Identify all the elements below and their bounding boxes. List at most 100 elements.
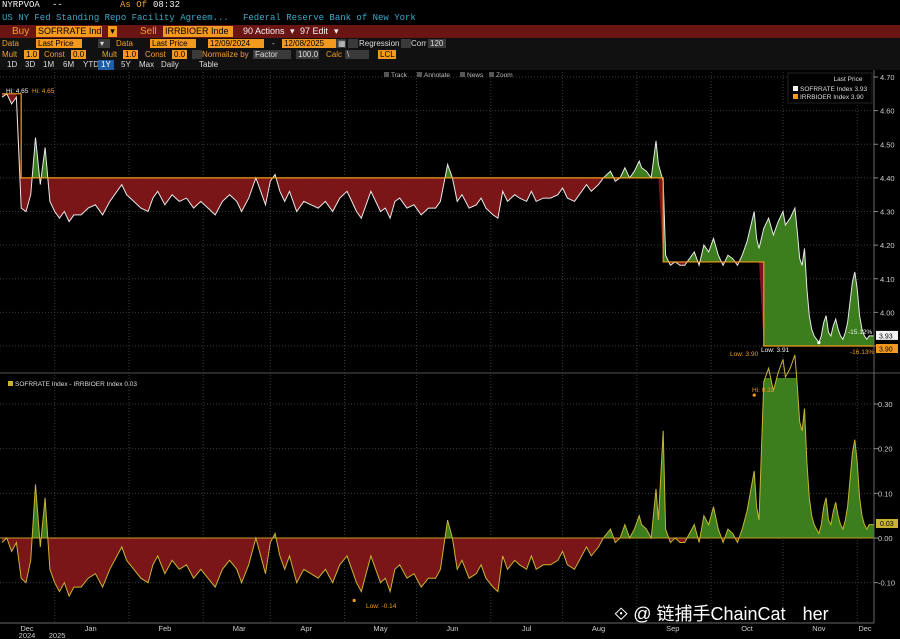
regression-checkbox[interactable]: [348, 39, 358, 48]
actions-menu[interactable]: 90 Actions: [243, 26, 285, 37]
buy-security-field[interactable]: SOFRRATE Ind: [36, 26, 102, 37]
y-tick-label: 4.30: [880, 208, 895, 217]
y-tick-label: 4.50: [880, 140, 895, 149]
data2-label: Data: [116, 39, 133, 48]
hi-ioer-label: Hi: 4.65: [32, 88, 55, 95]
regression-label: Regression: [359, 39, 400, 48]
edit-menu[interactable]: 97 Edit: [300, 26, 328, 37]
const1-label: Const: [44, 50, 65, 59]
description-bar: US NY Fed Standing Repo Facility Agreem.…: [0, 12, 900, 25]
ticker: NYRPVOA: [2, 0, 40, 10]
as-of-label: As Of: [120, 0, 148, 10]
range-button-5y[interactable]: 5Y: [118, 60, 134, 70]
edit-chevron-icon: ▾: [334, 26, 339, 36]
range-button-max[interactable]: Max: [136, 60, 157, 70]
y-tick-label: 0.30: [878, 400, 893, 409]
watermark-suffix: her: [802, 604, 829, 624]
chart-tool-annotate[interactable]: Annotate: [424, 72, 450, 79]
pct-ioer-label: -16.13%: [850, 349, 874, 356]
chart-area: 4.70 4.60 4.50 4.40 4.30 4.20 4.10 4.00 3.90 0.30…: [0, 70, 900, 639]
legend-swatch: [793, 86, 798, 91]
low-sofr-label: Low: 3.91: [761, 347, 790, 354]
normalize-checkbox[interactable]: [192, 50, 202, 59]
chart-tool-news[interactable]: News: [467, 72, 484, 79]
security-description: US NY Fed Standing Repo Facility Agreem.…: [2, 13, 229, 23]
const1-field[interactable]: 0.0: [71, 50, 86, 59]
legend-title: Last Price: [834, 76, 863, 83]
end-date-field[interactable]: 12/08/2025: [282, 39, 336, 48]
x-tick-label: May: [373, 624, 387, 633]
x-tick-label: Aug: [592, 624, 605, 633]
ticker-dashes: --: [52, 0, 63, 10]
y-tick-label: 0.10: [878, 489, 893, 498]
data-source: Federal Reserve Bank of New York: [243, 13, 416, 23]
corr-label: Corr: [411, 39, 427, 48]
normalize-value-field[interactable]: 100.0: [296, 50, 319, 59]
watermark-logo-icon: ⟐: [614, 604, 629, 624]
chart-tool-icon: [384, 72, 389, 77]
action-bar: Buy SOFRRATE Ind ▾ Sell IRRBIOER Inde 90…: [0, 25, 900, 38]
y-tick-label: 4.60: [880, 107, 895, 116]
data1-field[interactable]: Last Price: [36, 39, 82, 48]
actions-chevron-icon: ▾: [290, 26, 295, 36]
range-button-3d[interactable]: 3D: [22, 60, 38, 70]
low-sofr-marker: [817, 341, 821, 345]
spread-last-value: 0.03: [880, 521, 894, 528]
chart-tool-track[interactable]: Track: [391, 72, 408, 79]
legend-entry: IRRBIOER Index 3.90: [800, 94, 864, 101]
corr-checkbox[interactable]: [401, 39, 411, 48]
data2-field[interactable]: Last Price: [150, 39, 196, 48]
range-button-1d[interactable]: 1D: [4, 60, 20, 70]
range-button-table[interactable]: Table: [196, 60, 221, 70]
normalize-label: Normalize by: [202, 50, 249, 59]
low-ioer-label: Low: 3.90: [730, 351, 759, 358]
const2-field[interactable]: 0.0: [172, 50, 187, 59]
x-tick-label: Jan: [85, 624, 97, 633]
normalize-method-field[interactable]: Factor: [253, 50, 291, 59]
calc-field[interactable]: \: [345, 50, 369, 59]
y-tick-label: 4.00: [880, 308, 895, 317]
sofr-last-value: 3.93: [879, 333, 893, 340]
data1-label: Data: [2, 39, 19, 48]
corr-field[interactable]: 120: [428, 39, 446, 48]
calc-label: Calc: [326, 50, 343, 59]
mult2-label: Mult: [102, 50, 118, 59]
range-button-6m[interactable]: 6M: [60, 60, 77, 70]
y-tick-label: 0.00: [878, 534, 893, 543]
x-tick-label: Apr: [300, 624, 312, 633]
spread-legend-swatch: [8, 381, 13, 386]
y-tick-label: 4.20: [880, 241, 895, 250]
spread-legend: SOFRRATE Index - IRRBIOER Index 0.03: [15, 381, 137, 388]
start-date-field[interactable]: 12/09/2024: [208, 39, 264, 48]
data1-dropdown-icon[interactable]: ▾: [98, 39, 110, 48]
hi-sofr-label: Hi: 4.65: [6, 88, 29, 95]
y-tick-label: 4.70: [880, 73, 895, 82]
x-year-label: 2024: [19, 631, 36, 639]
sell-security-field[interactable]: IRRBIOER Inde: [163, 26, 233, 37]
y-tick-label: -0.10: [878, 579, 895, 588]
chart-tool-zoom[interactable]: Zoom: [496, 72, 513, 79]
range-button-1m[interactable]: 1M: [40, 60, 57, 70]
watermark: ⟐ @ 链捕手ChainCat her: [614, 600, 829, 626]
sell-label: Sell: [140, 26, 157, 37]
const2-label: Const: [145, 50, 166, 59]
date-separator: -: [272, 39, 275, 48]
spread-hi-label: Hi: 0.32: [752, 387, 775, 394]
ioer-last-value: 3.90: [879, 347, 893, 354]
lcl-field[interactable]: LCL: [378, 50, 396, 59]
range-button-1y[interactable]: 1Y: [98, 60, 114, 70]
watermark-at: @: [633, 604, 652, 624]
calendar-icon[interactable]: ▦: [336, 39, 346, 48]
data-controls-row: Data Last Price ▾ Data Last Price 12/09/…: [0, 38, 900, 49]
x-tick-label: Feb: [158, 624, 171, 633]
range-bar: 1D 3D 1M 6M YTD 1Y 5Y Max Daily Table: [0, 60, 900, 70]
buy-label: Buy: [12, 26, 30, 37]
mult1-label: Mult: [2, 50, 18, 59]
mult1-field[interactable]: 1.0: [24, 50, 39, 59]
chart-tool-icon: [417, 72, 422, 77]
x-tick-label: Jul: [522, 624, 532, 633]
mult2-field[interactable]: 1.0: [123, 50, 138, 59]
range-button-daily[interactable]: Daily: [158, 60, 182, 70]
spread-negative-area: [2, 538, 874, 597]
buy-dropdown-icon[interactable]: ▾: [108, 26, 117, 37]
